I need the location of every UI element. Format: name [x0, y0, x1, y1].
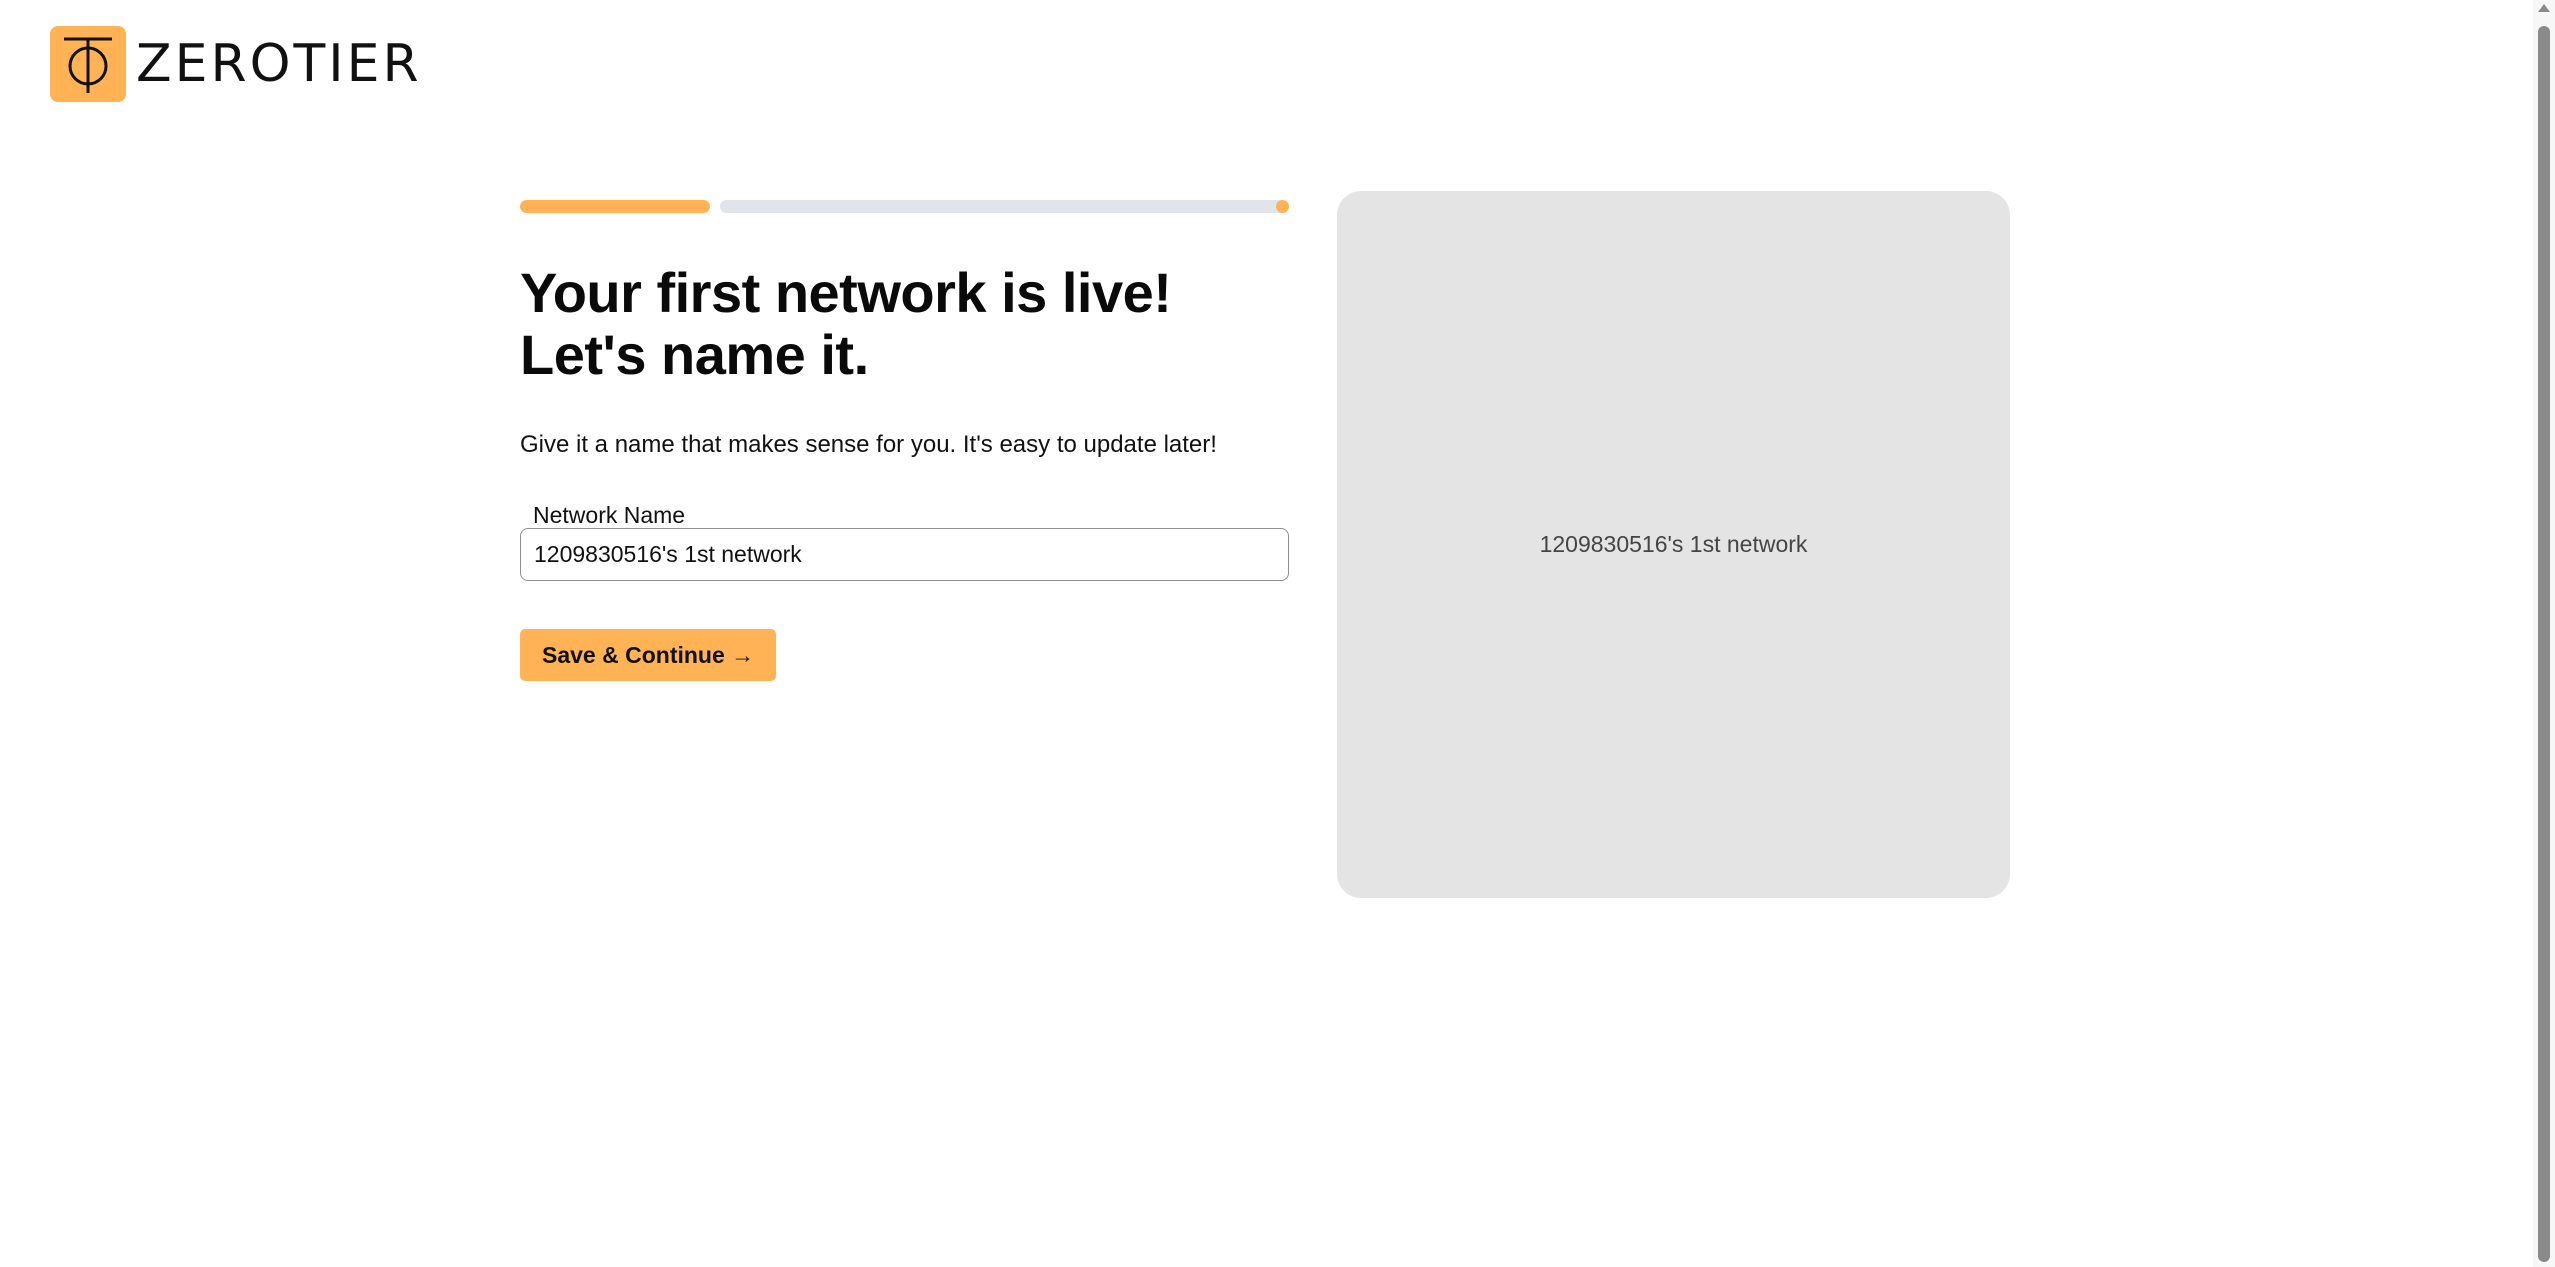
zerotier-logo[interactable]: ZEROTIER	[50, 26, 422, 102]
onboarding-page: ZEROTIER Your first network is live! Let…	[0, 0, 2555, 1267]
zerotier-logo-icon	[50, 26, 126, 102]
preview-network-name: 1209830516's 1st network	[1539, 531, 1808, 557]
page-subtitle: Give it a name that makes sense for you.…	[520, 431, 1217, 458]
network-name-label: Network Name	[533, 502, 686, 528]
page-title: Your first network is live! Let's name i…	[520, 261, 1172, 386]
brand-name: ZEROTIER	[136, 34, 422, 94]
scroll-up-arrow-icon[interactable]	[2538, 4, 2550, 12]
network-preview-card: 1209830516's 1st network	[1337, 191, 2010, 898]
progress-remaining-segment	[720, 200, 1286, 213]
vertical-scrollbar[interactable]	[2533, 0, 2555, 1267]
save-continue-button[interactable]: Save & Continue →	[520, 629, 777, 681]
scrollbar-thumb[interactable]	[2538, 26, 2550, 1262]
progress-end-dot	[1276, 200, 1289, 213]
onboarding-progress-bar	[520, 200, 1290, 214]
network-name-input[interactable]	[520, 528, 1289, 581]
naming-form: Your first network is live! Let's name i…	[520, 262, 1300, 681]
progress-completed-segment	[520, 200, 710, 213]
